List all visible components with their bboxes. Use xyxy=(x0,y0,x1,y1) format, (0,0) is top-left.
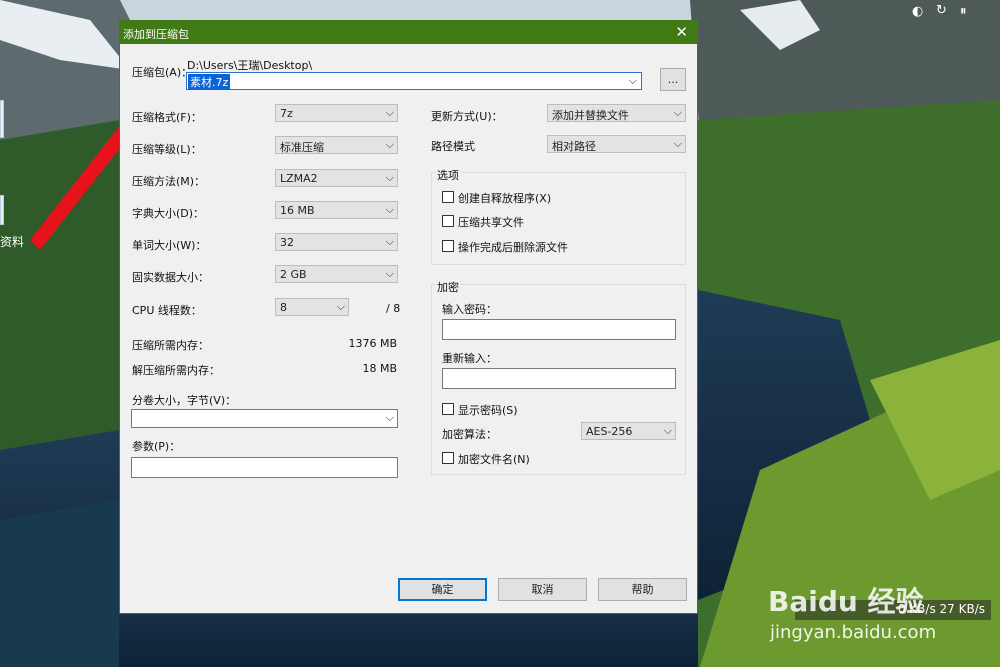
solid-value: 2 GB xyxy=(280,268,307,281)
split-size-input[interactable]: ⌵ xyxy=(131,409,398,428)
title-bar: 添加到压缩包 ✕ xyxy=(120,21,697,44)
tray-icon[interactable]: ◐ xyxy=(912,4,923,19)
chevron-down-icon: ⌵ xyxy=(385,203,394,216)
path-select[interactable]: 相对路径 ⌵ xyxy=(547,135,686,153)
chevron-down-icon: ⌵ xyxy=(385,138,394,151)
word-value: 32 xyxy=(280,236,294,249)
sfx-label: 创建自释放程序(X) xyxy=(458,192,552,205)
ok-button[interactable]: 确定 xyxy=(398,578,487,601)
options-title: 选项 xyxy=(436,167,460,183)
archive-label: 压缩包(A)： xyxy=(132,66,193,79)
desktop-icon-label: 资料 xyxy=(0,235,25,249)
dialog-title: 添加到压缩包 xyxy=(123,28,189,41)
watermark-url: jingyan.baidu.com xyxy=(770,622,937,643)
method-select[interactable]: LZMA2 ⌵ xyxy=(275,169,398,187)
pause-icon[interactable]: ⏸ xyxy=(960,4,967,19)
format-value: 7z xyxy=(280,107,293,120)
mem-comp-value: 1376 MB xyxy=(348,337,397,350)
chevron-down-icon: ⌵ xyxy=(385,267,394,280)
chevron-down-icon: ⌵ xyxy=(385,235,394,248)
refresh-icon[interactable]: ↻ xyxy=(936,3,947,18)
chevron-down-icon: ⌵ xyxy=(385,411,394,424)
format-label: 压缩格式(F)： xyxy=(132,111,202,124)
password-repeat-input[interactable] xyxy=(442,368,676,389)
word-select[interactable]: 32 ⌵ xyxy=(275,233,398,251)
archive-path: D:\Users\王瑞\Desktop\ xyxy=(187,59,313,72)
word-label: 单词大小(W)： xyxy=(132,239,207,252)
shared-label: 压缩共享文件 xyxy=(458,216,524,229)
pwd-repeat-label: 重新输入： xyxy=(442,352,497,365)
archive-name-combo[interactable]: 素材.7z ⌵ xyxy=(186,72,642,90)
params-input[interactable] xyxy=(131,457,398,478)
mem-decomp-label: 解压缩所需内存： xyxy=(132,364,220,377)
level-label: 压缩等级(L)： xyxy=(132,143,202,156)
shared-checkbox[interactable] xyxy=(442,215,454,227)
method-label: 压缩方法(M)： xyxy=(132,175,206,188)
password-input[interactable] xyxy=(442,319,676,340)
path-label: 路径模式 xyxy=(431,140,475,153)
mem-comp-label: 压缩所需内存： xyxy=(132,339,209,352)
method-value: LZMA2 xyxy=(280,172,318,185)
path-value: 相对路径 xyxy=(552,140,596,153)
encrypt-title: 加密 xyxy=(436,279,460,295)
encrypt-names-checkbox[interactable] xyxy=(442,452,454,464)
solid-label: 固实数据大小： xyxy=(132,271,209,284)
params-label: 参数(P)： xyxy=(132,440,181,453)
show-password-label: 显示密码(S) xyxy=(458,404,518,417)
threads-value: 8 xyxy=(280,301,287,314)
desktop-icon[interactable] xyxy=(0,195,4,225)
solid-select[interactable]: 2 GB ⌵ xyxy=(275,265,398,283)
dict-label: 字典大小(D)： xyxy=(132,207,205,220)
chevron-down-icon: ⌵ xyxy=(673,106,682,119)
algo-value: AES-256 xyxy=(586,425,633,438)
split-label: 分卷大小，字节(V)： xyxy=(132,394,237,407)
show-password-checkbox[interactable] xyxy=(442,403,454,415)
chevron-down-icon: ⌵ xyxy=(385,171,394,184)
delete-checkbox[interactable] xyxy=(442,240,454,252)
level-value: 标准压缩 xyxy=(280,141,324,154)
archive-name-value: 素材.7z xyxy=(188,74,231,90)
update-value: 添加并替换文件 xyxy=(552,109,629,122)
chevron-down-icon: ⌵ xyxy=(663,424,672,437)
cancel-button[interactable]: 取消 xyxy=(498,578,587,601)
dict-value: 16 MB xyxy=(280,204,315,217)
encrypt-names-label: 加密文件名(N) xyxy=(458,453,530,466)
level-select[interactable]: 标准压缩 ⌵ xyxy=(275,136,398,154)
mem-decomp-value: 18 MB xyxy=(362,362,397,375)
threads-max: / 8 xyxy=(386,302,401,315)
close-icon[interactable]: ✕ xyxy=(675,23,688,41)
watermark-logo: Baidu 经验 xyxy=(768,585,924,618)
delete-label: 操作完成后删除源文件 xyxy=(458,241,568,254)
pwd-label: 输入密码： xyxy=(442,303,497,316)
format-select[interactable]: 7z ⌵ xyxy=(275,104,398,122)
algo-select[interactable]: AES-256 ⌵ xyxy=(581,422,676,440)
chevron-down-icon: ⌵ xyxy=(628,74,637,87)
help-button[interactable]: 帮助 xyxy=(598,578,687,601)
update-label: 更新方式(U)： xyxy=(431,110,503,123)
chevron-down-icon: ⌵ xyxy=(385,106,394,119)
browse-button[interactable]: ... xyxy=(660,68,686,91)
chevron-down-icon: ⌵ xyxy=(336,300,345,313)
algo-label: 加密算法： xyxy=(442,428,497,441)
threads-label: CPU 线程数： xyxy=(132,304,202,317)
sfx-checkbox[interactable] xyxy=(442,191,454,203)
threads-select[interactable]: 8 ⌵ xyxy=(275,298,349,316)
desktop-icon[interactable] xyxy=(0,100,4,138)
add-to-archive-dialog: 添加到压缩包 ✕ 压缩包(A)： D:\Users\王瑞\Desktop\ 素材… xyxy=(119,20,698,614)
update-select[interactable]: 添加并替换文件 ⌵ xyxy=(547,104,686,122)
chevron-down-icon: ⌵ xyxy=(673,137,682,150)
dict-select[interactable]: 16 MB ⌵ xyxy=(275,201,398,219)
